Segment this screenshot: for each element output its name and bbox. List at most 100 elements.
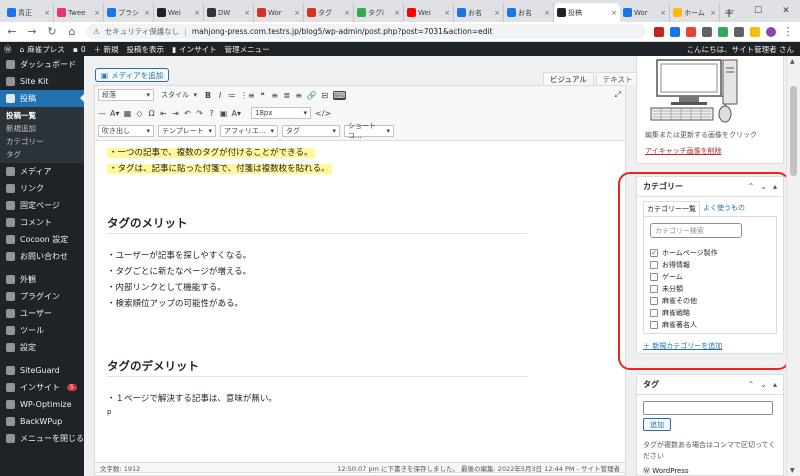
browser-tab[interactable]: 青正 × [4, 3, 54, 22]
tag-input[interactable] [643, 401, 773, 415]
menu-wp-optimize[interactable]: WP-Optimize [0, 396, 84, 413]
active-browser-tab[interactable]: 投稿 × [554, 3, 620, 22]
favorites-icon[interactable] [750, 26, 760, 37]
menu-users[interactable]: ユーザー [0, 305, 84, 322]
menu-dashboard[interactable]: ダッシュボード [0, 56, 84, 73]
browser-tab[interactable]: Wei × [404, 3, 454, 22]
menu-plugins[interactable]: プラグイン [0, 288, 84, 305]
menu-cocoon[interactable]: Cocoon 設定 [0, 231, 84, 248]
view-post-link[interactable]: 投稿を表示 [127, 44, 165, 55]
menu-tools[interactable]: ツール [0, 322, 84, 339]
text-color-button[interactable]: A▾ [110, 109, 120, 118]
menu-insights[interactable]: インサイト 5 [0, 379, 84, 396]
browser-tab[interactable]: Wei × [154, 3, 204, 22]
close-tab-icon[interactable]: × [194, 9, 200, 17]
menu-appearance[interactable]: 外観 [0, 271, 84, 288]
close-tab-icon[interactable]: × [144, 9, 150, 17]
font-size-select[interactable]: 18px ▾ [251, 107, 311, 119]
tab-visual[interactable]: ビジュアル [543, 72, 594, 85]
menu-links[interactable]: リンク [0, 180, 84, 197]
close-tab-icon[interactable]: × [544, 9, 550, 17]
styles-select[interactable]: スタイル ▾ [158, 89, 200, 101]
undo-icon[interactable]: ↶ [184, 109, 192, 118]
bold-button[interactable]: B [204, 91, 212, 100]
editor-content[interactable]: ・一つの記事で、複数のタグが付けることができる。 ・タグは、記事に貼った付箋で、… [95, 141, 625, 421]
wordpress-logo-icon[interactable]: Ⓦ [4, 44, 12, 55]
align-left-button[interactable]: ≡ [271, 91, 279, 100]
toolbar-toggle-button[interactable]: ⌨ [332, 90, 347, 100]
extension-icon[interactable] [670, 26, 680, 37]
read-more-button[interactable]: ⊟ [321, 91, 329, 100]
close-tab-icon[interactable]: × [611, 9, 617, 17]
page-scrollbar[interactable]: ▲ ▼ [786, 56, 800, 476]
address-bar[interactable]: ⚠ セキュリティ保護なし | mahjong-press.com.testrs.… [86, 24, 646, 39]
menu-backwpup[interactable]: BackWPup [0, 413, 84, 430]
background-color-button[interactable]: A▾ [232, 109, 242, 118]
greeting-account[interactable]: こんにちは、サイト管理者 さん [687, 44, 800, 55]
submenu-item[interactable]: 新規追加 [0, 122, 84, 135]
code-icon[interactable]: </> [315, 109, 331, 118]
menu-comments[interactable]: コメント [0, 214, 84, 231]
close-tab-icon[interactable]: × [344, 9, 350, 17]
template-select[interactable]: テンプレート ▾ [158, 125, 216, 137]
minimize-button[interactable]: — [716, 0, 744, 22]
close-tab-icon[interactable]: × [244, 9, 250, 17]
bullet-list-button[interactable]: ≔ [228, 91, 236, 100]
scroll-up-arrow-icon[interactable]: ▲ [790, 58, 795, 65]
menu-site-kit[interactable]: Site Kit [0, 73, 84, 90]
indent-button[interactable]: ⇥ [172, 109, 180, 118]
extension-icon[interactable] [702, 26, 712, 37]
scrollbar-thumb[interactable] [790, 86, 797, 176]
link-icon[interactable]: 🔗 [307, 91, 317, 100]
browser-tab[interactable]: お名 × [504, 3, 554, 22]
profile-avatar-icon[interactable] [766, 26, 776, 37]
forward-icon[interactable]: → [26, 25, 38, 38]
extension-icon[interactable] [686, 26, 696, 37]
menu-media[interactable]: メディア [0, 163, 84, 180]
tag-select[interactable]: タグ ▾ [282, 125, 340, 137]
numbered-list-button[interactable]: ⋮≡ [240, 91, 255, 100]
close-tab-icon[interactable]: × [660, 9, 666, 17]
chevron-up-icon[interactable]: ⌃ [748, 380, 755, 389]
browser-tab[interactable]: DW × [204, 3, 254, 22]
horizontal-rule-button[interactable]: — [98, 109, 106, 118]
paste-text-button[interactable]: ▦ [124, 109, 132, 118]
redo-icon[interactable]: ↷ [196, 109, 204, 118]
menu-contact[interactable]: お問い合わせ [0, 248, 84, 265]
close-window-button[interactable]: ✕ [772, 0, 800, 22]
extension-icon[interactable] [718, 26, 728, 37]
caret-toggle-icon[interactable]: ▴ [773, 380, 777, 389]
submenu-item[interactable]: 投稿一覧 [0, 109, 84, 122]
reload-icon[interactable]: ↻ [46, 25, 58, 38]
chevron-down-icon[interactable]: ⌄ [760, 380, 767, 389]
insights-link[interactable]: ▮ インサイト [172, 44, 217, 55]
admin-menu-link[interactable]: 管理メニュー [225, 44, 270, 55]
remove-featured-image-link[interactable]: アイキャッチ画像を削除 [645, 146, 722, 156]
extension-icon[interactable] [654, 26, 664, 37]
browser-tab[interactable]: タグi × [354, 3, 404, 22]
browser-tab[interactable]: Twee × [54, 3, 104, 22]
scroll-down-arrow-icon[interactable]: ▼ [790, 467, 795, 474]
menu-collapse[interactable]: メニューを閉じる [0, 430, 84, 447]
special-char-button[interactable]: Ω [148, 109, 156, 118]
help-icon[interactable]: ? [208, 109, 216, 118]
menu-pages[interactable]: 固定ページ [0, 197, 84, 214]
tab-text[interactable]: テキスト [595, 72, 640, 85]
italic-button[interactable]: I [216, 91, 224, 100]
submenu-item[interactable]: タグ [0, 148, 84, 161]
browser-tab[interactable]: Wor × [620, 3, 670, 22]
browser-tab[interactable]: ホーム × [670, 3, 720, 22]
align-center-button[interactable]: ≣ [283, 91, 291, 100]
new-content-link[interactable]: ＋ 新規 [94, 44, 119, 55]
extension-icon[interactable] [734, 26, 744, 37]
maximize-button[interactable]: ☐ [744, 0, 772, 22]
add-media-button[interactable]: ▣ メディアを追加 [95, 68, 170, 82]
fullscreen-icon[interactable]: ⤢ [614, 90, 622, 100]
home-icon[interactable]: ⌂ [66, 25, 78, 38]
browser-tab[interactable]: ブラシ × [104, 3, 154, 22]
browser-tab[interactable]: タグ × [304, 3, 354, 22]
menu-dots-icon[interactable]: ⋮ [782, 25, 794, 38]
menu-posts[interactable]: 投稿 [0, 90, 84, 107]
clear-format-button[interactable]: ◇ [136, 109, 144, 118]
comments-link[interactable]: ▪ 0 [73, 45, 86, 54]
